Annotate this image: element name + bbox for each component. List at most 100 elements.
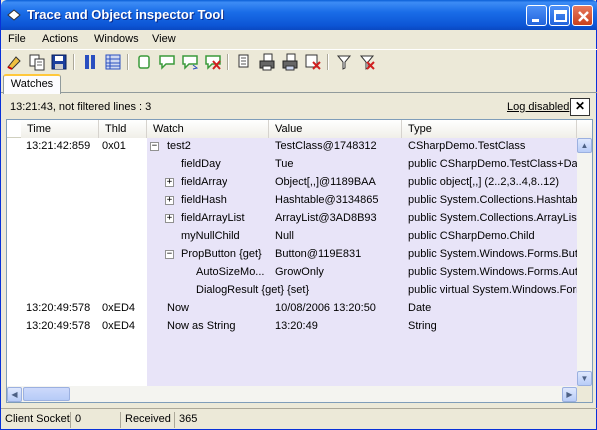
menu-actions[interactable]: Actions — [42, 33, 78, 45]
cell-thread: 0x01 — [102, 140, 126, 152]
table-row[interactable]: AutoSizeMo... GrowOnly public System.Win… — [7, 264, 577, 282]
table-row[interactable]: + fieldHash Hashtable@3134865 public Sys… — [7, 192, 577, 210]
watches-grid[interactable]: Time Thld Watch Value Type 13:21:42:859 … — [6, 119, 593, 403]
comment-icon[interactable] — [158, 53, 176, 71]
title-bar[interactable]: Trace and Object inspector Tool — [1, 0, 597, 30]
print-icon[interactable] — [235, 53, 253, 71]
menu-bar: File Actions Windows View — [1, 30, 597, 49]
cell-watch: fieldArrayList — [181, 212, 245, 224]
cell-watch: test2 — [167, 140, 191, 152]
window-title: Trace and Object inspector Tool — [27, 7, 224, 22]
expand-toggle[interactable]: + — [165, 178, 174, 187]
cell-value: Tue — [275, 158, 294, 170]
clear-icon[interactable] — [135, 53, 153, 71]
cell-type: public virtual System.Windows.Forms.Dial… — [408, 284, 577, 296]
scroll-down-icon[interactable]: ▼ — [577, 371, 592, 386]
scroll-left-icon[interactable]: ◀ — [7, 387, 22, 402]
table-row[interactable]: fieldDay Tue public CSharpDemo.TestClass… — [7, 156, 577, 174]
cell-value: Button@119E831 — [275, 248, 362, 260]
table-row[interactable]: + fieldArray Object[,,]@1189BAA public o… — [7, 174, 577, 192]
cell-time: 13:21:42:859 — [26, 140, 91, 152]
log-disabled-link[interactable]: Log disabled — [507, 101, 569, 113]
scroll-right-icon[interactable]: ▶ — [562, 387, 577, 402]
minimize-button[interactable] — [526, 5, 547, 26]
cell-type: public CSharpDemo.Child — [408, 230, 535, 242]
print-selected-icon[interactable] — [281, 53, 299, 71]
collapse-toggle[interactable]: − — [165, 250, 174, 259]
horizontal-scrollbar[interactable]: ◀ ▶ — [7, 386, 577, 402]
grid-header: Time Thld Watch Value Type — [7, 120, 592, 138]
column-header-value[interactable]: Value — [269, 120, 402, 138]
table-row[interactable]: 13:21:42:859 0x01 − test2 TestClass@1748… — [7, 138, 577, 156]
column-header-thread[interactable]: Thld — [99, 120, 147, 138]
cell-type: public System.Collections.ArrayList — [408, 212, 577, 224]
scroll-up-icon[interactable]: ▲ — [577, 138, 592, 153]
status-bar: Client Socket 0 Received 365 — [1, 408, 597, 428]
delete-doc-icon[interactable] — [304, 53, 322, 71]
comment-remove-icon[interactable] — [204, 53, 222, 71]
cell-value: TestClass@1748312 — [275, 140, 377, 152]
comment-add-icon[interactable] — [181, 53, 199, 71]
cell-type: CSharpDemo.TestClass — [408, 140, 526, 152]
table-row[interactable]: 13:20:49:578 0xED4 Now 10/08/2006 13:20:… — [7, 300, 577, 318]
cell-type: public CSharpDemo.TestClass+Day — [408, 158, 577, 170]
cell-value: ArrayList@3AD8B93 — [275, 212, 377, 224]
column-header-type[interactable]: Type — [402, 120, 577, 138]
cell-type: public System.Collections.Hashtable — [408, 194, 577, 206]
table-row[interactable]: 13:20:49:578 0xED4 Now as String 13:20:4… — [7, 318, 577, 336]
info-bar: 13:21:43, not filtered lines : 3 Log dis… — [1, 96, 597, 118]
app-icon — [7, 9, 21, 21]
column-header-watch[interactable]: Watch — [147, 120, 269, 138]
vertical-scrollbar[interactable]: ▲ ▼ — [577, 138, 592, 386]
scrollbar-corner — [577, 386, 592, 402]
column-header-filler — [577, 120, 592, 138]
menu-view[interactable]: View — [152, 33, 176, 45]
expand-toggle[interactable]: + — [165, 196, 174, 205]
print-all-icon[interactable] — [258, 53, 276, 71]
table-row[interactable]: myNullChild Null public CSharpDemo.Child — [7, 228, 577, 246]
main-window: Trace and Object inspector Tool File Act… — [0, 0, 597, 430]
copy-icon[interactable] — [28, 53, 46, 71]
received-label: Received — [121, 412, 175, 428]
cell-watch: Now — [167, 302, 190, 314]
menu-file[interactable]: File — [8, 33, 26, 45]
client-socket-label: Client Socket — [1, 412, 71, 428]
table-row[interactable]: DialogResult {get} {set} public virtual … — [7, 282, 577, 300]
toolbar-separator — [127, 54, 129, 70]
maximize-icon — [554, 10, 567, 22]
maximize-button[interactable] — [549, 5, 570, 26]
cell-time: 13:20:49:578 — [26, 302, 91, 314]
close-icon — [578, 11, 589, 22]
close-panel-button[interactable]: ✕ — [570, 98, 590, 116]
tab-watches[interactable]: Watches — [3, 74, 61, 94]
horizontal-scroll-thumb[interactable] — [23, 387, 70, 401]
table-row[interactable]: + fieldArrayList ArrayList@3AD8B93 publi… — [7, 210, 577, 228]
close-button[interactable] — [572, 5, 593, 26]
cell-value: 13:20:49 — [275, 320, 318, 332]
cell-value: Hashtable@3134865 — [275, 194, 379, 206]
save-icon[interactable] — [50, 53, 68, 71]
received-value: 365 — [179, 413, 198, 425]
tab-strip: Watches — [1, 73, 597, 94]
expand-toggle[interactable]: + — [165, 214, 174, 223]
client-socket-value: 0 — [71, 412, 121, 428]
toolbar — [1, 49, 597, 73]
table-row[interactable]: − PropButton {get} Button@119E831 public… — [7, 246, 577, 264]
cell-value: 10/08/2006 13:20:50 — [275, 302, 376, 314]
cell-type: public System.Windows.Forms.AutoSizeMode — [408, 266, 577, 278]
cell-watch: fieldArray — [181, 176, 228, 188]
columns-icon[interactable] — [104, 53, 122, 71]
cell-type: public object[,,] (2..2,3..4,8..12) — [408, 176, 560, 188]
cell-type: public System.Windows.Forms.Button — [408, 248, 577, 260]
filter-icon[interactable] — [335, 53, 353, 71]
pause-icon[interactable] — [81, 53, 99, 71]
collapse-toggle[interactable]: − — [150, 142, 159, 151]
cell-type: Date — [408, 302, 432, 314]
filter-clear-icon[interactable] — [358, 53, 376, 71]
erase-icon[interactable] — [6, 53, 24, 71]
menu-windows[interactable]: Windows — [94, 33, 139, 45]
grid-body: 13:21:42:859 0x01 − test2 TestClass@1748… — [7, 138, 577, 386]
cell-watch: myNullChild — [181, 230, 240, 242]
toolbar-separator — [73, 54, 75, 70]
column-header-time[interactable]: Time — [21, 120, 99, 138]
